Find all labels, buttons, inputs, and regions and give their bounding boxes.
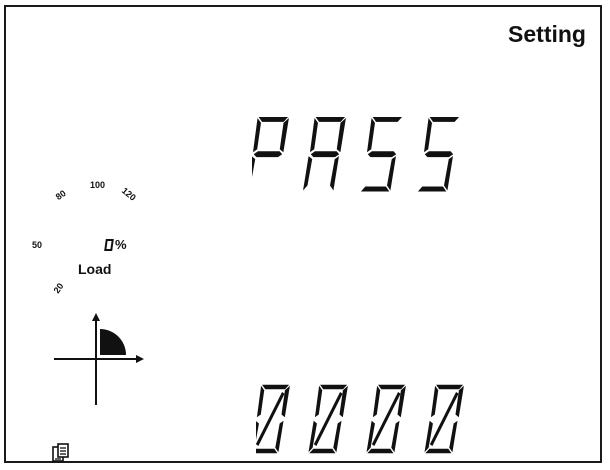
value-readout-segment — [333, 420, 342, 453]
value-readout — [256, 383, 488, 455]
main-readout-char-0 — [252, 116, 289, 191]
value-readout-segment — [424, 420, 433, 453]
main-readout-segment — [303, 156, 313, 191]
load-digit — [104, 239, 114, 251]
value-readout-segment — [436, 384, 464, 390]
main-readout-segment — [330, 156, 339, 191]
lcd-screen: Setting 20 50 80 100 120 % Load — [4, 5, 602, 463]
load-scale-50: 50 — [32, 240, 43, 250]
main-readout-segment — [366, 117, 375, 153]
value-readout-segment — [256, 385, 265, 418]
value-readout-segment — [320, 384, 348, 390]
load-scale-20: 20 — [51, 281, 66, 296]
main-readout-char-1 — [303, 116, 346, 191]
value-readout-segment — [391, 420, 400, 453]
value-readout-segment — [378, 384, 406, 390]
main-readout-segment — [424, 151, 454, 158]
value-readout-segment — [455, 385, 464, 418]
value-readout-segment — [366, 420, 375, 453]
load-scale-80: 80 — [53, 188, 68, 203]
main-readout-char-2 — [360, 116, 403, 192]
main-readout-segment — [336, 117, 346, 153]
value-readout-char-1 — [308, 384, 348, 454]
value-readout-segment — [308, 420, 317, 453]
main-readout-segment — [258, 116, 289, 122]
main-readout-segment — [372, 116, 403, 122]
value-readout-segment — [281, 385, 290, 418]
load-scale-100: 100 — [90, 180, 106, 190]
value-readout-segment — [449, 420, 458, 453]
value-readout-segment — [430, 385, 439, 418]
value-readout-segment — [397, 385, 406, 418]
main-readout-segment — [367, 151, 397, 158]
load-label: Load — [78, 261, 112, 277]
main-readout-segment — [387, 156, 396, 191]
load-percent-readout: % — [104, 237, 127, 252]
main-readout-segment — [252, 117, 261, 153]
main-readout-segment — [315, 116, 346, 122]
value-readout-segment — [309, 448, 336, 454]
main-readout-segment — [252, 156, 256, 191]
value-readout-segment — [339, 385, 348, 418]
main-readout — [252, 115, 480, 193]
value-readout-char-2 — [366, 384, 406, 454]
load-unit: % — [115, 237, 127, 252]
main-readout-char-3 — [417, 116, 460, 192]
communication-icon — [52, 443, 70, 468]
value-readout-char-3 — [424, 384, 464, 454]
main-readout-segment — [309, 117, 318, 153]
page-title: Setting — [508, 21, 586, 47]
value-readout-segment — [262, 384, 290, 390]
value-readout-segment — [314, 385, 323, 418]
value-readout-segment — [275, 420, 284, 453]
power-quadrant-icon — [54, 313, 144, 410]
main-readout-segment — [279, 117, 289, 153]
main-readout-segment — [310, 151, 340, 158]
main-readout-segment — [429, 116, 460, 122]
value-readout-segment — [372, 385, 381, 418]
main-readout-segment — [360, 186, 390, 192]
main-readout-segment — [423, 117, 432, 153]
main-readout-segment — [417, 186, 447, 192]
value-readout-char-0 — [256, 384, 290, 454]
main-readout-segment — [444, 156, 453, 191]
main-readout-segment — [253, 151, 283, 158]
load-scale-120: 120 — [119, 185, 138, 203]
value-readout-segment — [256, 420, 259, 453]
value-readout-segment — [367, 448, 394, 454]
value-readout-segment — [425, 448, 452, 454]
value-readout-segment — [256, 448, 278, 454]
